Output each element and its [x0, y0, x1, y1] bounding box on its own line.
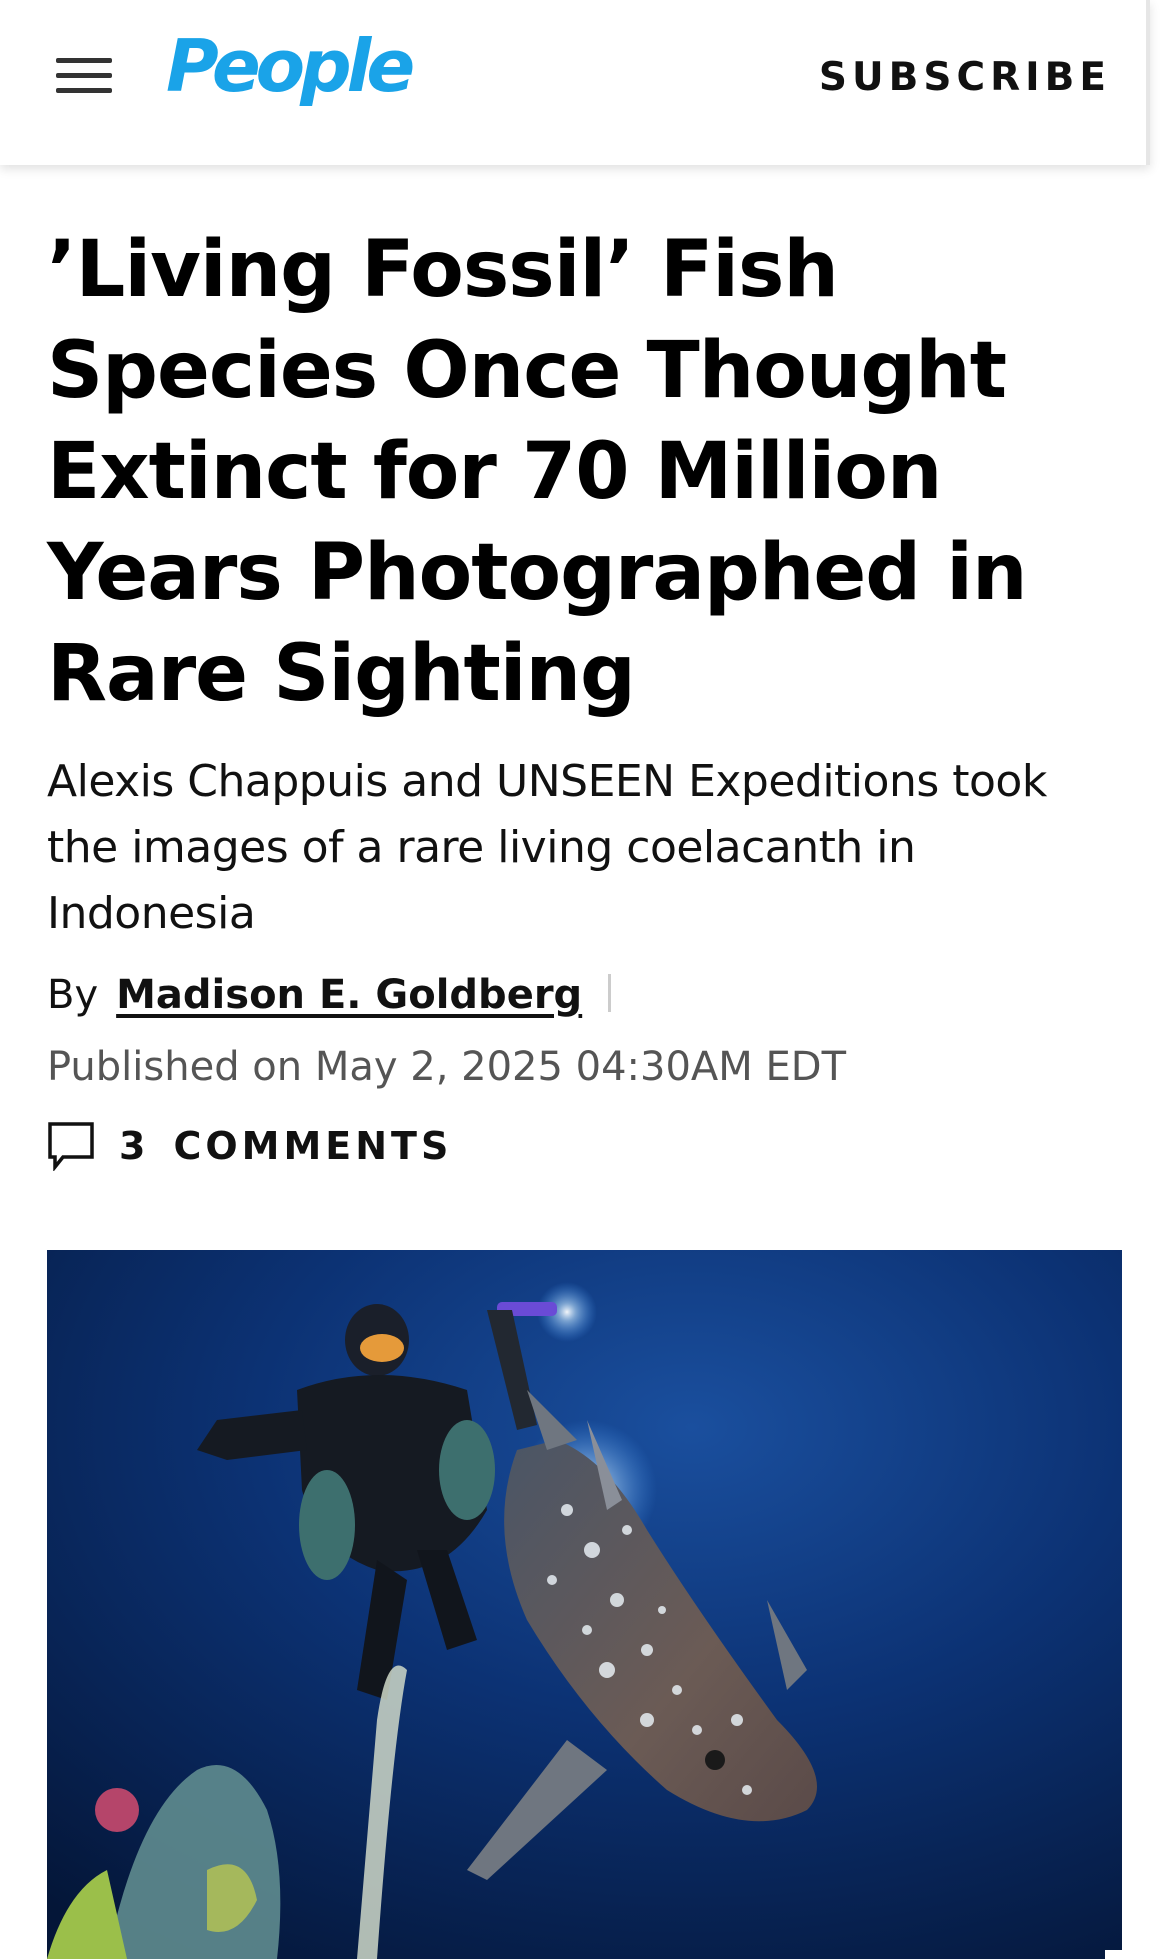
diver-and-coelacanth-photo: [47, 1250, 1122, 1959]
byline-divider: [608, 974, 612, 1012]
author-link[interactable]: Madison E. Goldberg: [116, 972, 582, 1018]
comments-label: COMMENTS: [173, 1124, 453, 1168]
subscribe-button[interactable]: SUBSCRIBE: [819, 55, 1111, 100]
site-header: People SUBSCRIBE: [0, 0, 1150, 165]
article-dek: Alexis Chappuis and UNSEEN Expeditions t…: [47, 756, 1047, 939]
hero-image[interactable]: [47, 1250, 1122, 1959]
article-header: ’Living Fossil’ Fish Species Once Though…: [47, 220, 1127, 1171]
speech-bubble-icon: [48, 1122, 94, 1171]
comments-count: 3: [119, 1124, 150, 1168]
byline-prefix: By: [47, 972, 99, 1018]
hamburger-menu-icon[interactable]: [56, 58, 112, 94]
publish-date: Published on May 2, 2025 04:30AM EDT: [47, 1044, 847, 1090]
people-logo[interactable]: People: [166, 30, 415, 102]
byline: By Madison E. Goldberg: [47, 965, 1127, 1025]
article-headline: ’Living Fossil’ Fish Species Once Though…: [47, 225, 1028, 719]
comments-link[interactable]: 3 COMMENTS: [47, 1121, 1127, 1171]
